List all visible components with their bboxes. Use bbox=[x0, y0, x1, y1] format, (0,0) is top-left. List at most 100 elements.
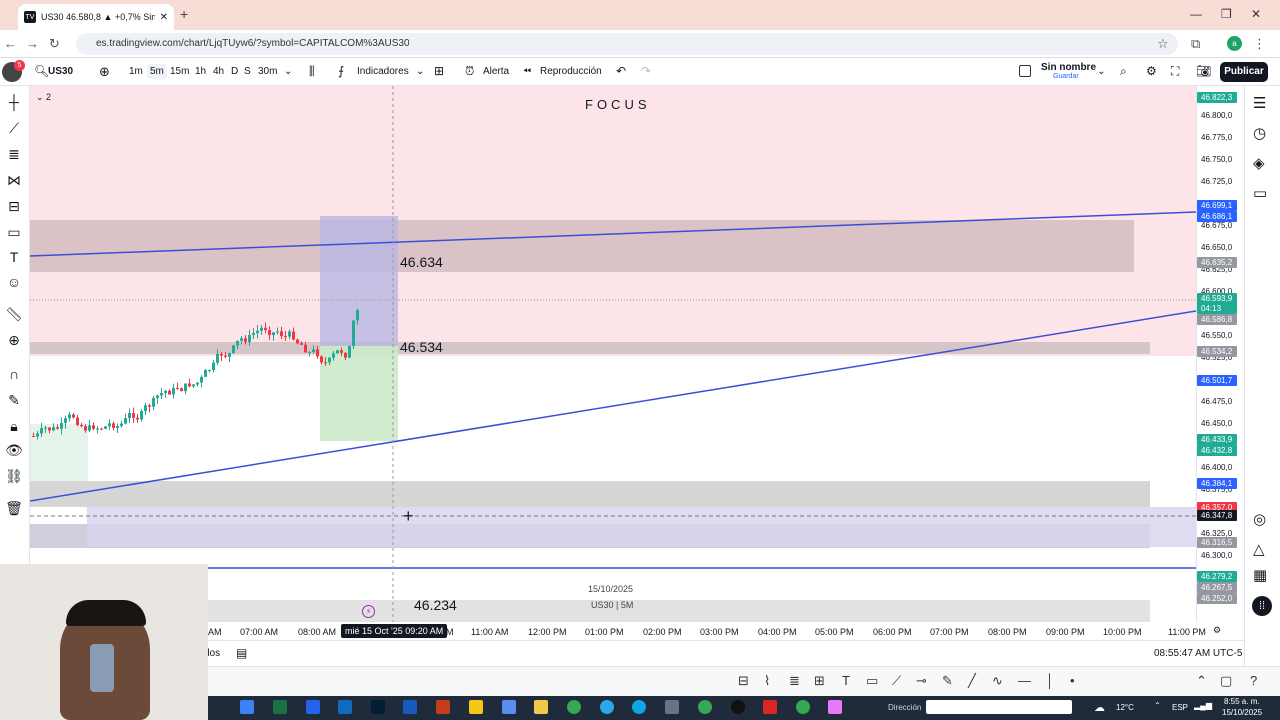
mail-icon[interactable] bbox=[502, 700, 516, 714]
price-tag[interactable]: 46.686,1 bbox=[1197, 211, 1237, 222]
tray-chevron-icon[interactable]: ⌃ bbox=[1154, 701, 1161, 710]
copilot-icon[interactable] bbox=[240, 700, 254, 714]
interval-4h[interactable]: 4h bbox=[213, 66, 224, 77]
maximize-panel-icon[interactable]: ▢ bbox=[1220, 673, 1232, 689]
rectangle-icon[interactable]: ▭ bbox=[4, 224, 24, 241]
fav-horizontal-icon[interactable]: — bbox=[1018, 673, 1031, 688]
fav-path-icon[interactable]: ⌇ bbox=[764, 673, 770, 689]
language-indicator[interactable]: ESP bbox=[1172, 703, 1188, 712]
word-icon[interactable] bbox=[403, 700, 417, 714]
help-round-icon[interactable]: ? bbox=[1250, 673, 1257, 688]
sticky-notes-icon[interactable] bbox=[469, 700, 483, 714]
interval-dropdown-icon[interactable]: ⌄ bbox=[284, 66, 292, 77]
bookmark-star-icon[interactable]: ☆ bbox=[1157, 36, 1169, 52]
interval-15m[interactable]: 15m bbox=[170, 66, 189, 77]
triangle-icon[interactable]: △ bbox=[1253, 540, 1265, 558]
interval-5m[interactable]: 5m bbox=[147, 64, 167, 79]
quick-search-icon[interactable]: ⌕ bbox=[1120, 64, 1127, 79]
fav-text-icon[interactable]: T bbox=[842, 673, 850, 688]
interval-1h[interactable]: 1h bbox=[195, 66, 206, 77]
extensions-icon[interactable]: ⧉ bbox=[1191, 36, 1200, 52]
publish-button[interactable]: Publicar bbox=[1220, 62, 1268, 82]
powerpoint-icon[interactable] bbox=[436, 700, 450, 714]
alert-clock-icon[interactable]: ⏰︎ bbox=[465, 64, 474, 79]
undo-icon[interactable]: ↶ bbox=[616, 64, 626, 78]
position-icon[interactable]: ⊟ bbox=[4, 198, 24, 215]
time-settings-gear-icon[interactable]: ⚙ bbox=[1213, 625, 1221, 636]
maximize-icon[interactable]: ❐ bbox=[1221, 7, 1232, 21]
fav-fib-icon[interactable]: ≣ bbox=[789, 673, 800, 689]
collapse-up-icon[interactable]: ⌃ bbox=[1196, 673, 1207, 689]
legend-toggle[interactable]: ⌄ 2 bbox=[36, 92, 51, 103]
price-tag[interactable]: 46.432,8 bbox=[1197, 445, 1237, 456]
app-icon-2[interactable] bbox=[731, 700, 745, 714]
new-tab-icon[interactable]: + bbox=[180, 6, 188, 22]
chart-type-icon[interactable]: ⫼ bbox=[309, 64, 315, 79]
weather-temp[interactable]: 12°C bbox=[1116, 703, 1134, 712]
price-tag[interactable]: 46.252,0 bbox=[1197, 593, 1237, 604]
layout-name[interactable]: Sin nombre bbox=[1041, 62, 1096, 73]
search-icon[interactable]: 🔍︎ bbox=[34, 64, 49, 78]
lock-icon[interactable]: 🔒︎ bbox=[4, 418, 24, 435]
fav-channel-icon[interactable]: ⊞ bbox=[814, 673, 825, 689]
chrome-icon[interactable] bbox=[567, 700, 581, 714]
reload-icon[interactable]: ↻ bbox=[49, 36, 60, 52]
telegram-icon[interactable] bbox=[600, 700, 614, 714]
trendline-icon[interactable]: ⟋ bbox=[4, 120, 24, 137]
layout-checkbox-icon[interactable] bbox=[1019, 65, 1031, 77]
fav-vertical-icon[interactable]: │ bbox=[1046, 673, 1054, 688]
watchlist-icon[interactable]: ☰ bbox=[1253, 94, 1266, 112]
photoshop-icon[interactable] bbox=[371, 700, 385, 714]
chat-icon[interactable]: ▭ bbox=[1253, 184, 1267, 202]
fav-line-icon[interactable]: ╱ bbox=[968, 673, 976, 689]
fav-dot-icon[interactable]: • bbox=[1070, 673, 1075, 688]
ruler-icon[interactable]: 📏︎ bbox=[4, 306, 24, 323]
symbol-name[interactable]: US30 bbox=[48, 66, 73, 77]
url-field[interactable]: es.tradingview.com/chart/LjqTUyw6/?symbo… bbox=[76, 33, 1178, 55]
data-window-icon[interactable]: ◈ bbox=[1253, 154, 1265, 172]
alert-button[interactable]: Alerta bbox=[483, 66, 509, 77]
zoom-in-icon[interactable]: ⊕ bbox=[4, 332, 24, 349]
clock-text[interactable]: 08:55:47 AM UTC-5 bbox=[1154, 648, 1242, 659]
eye-icon[interactable]: 👁︎ bbox=[4, 442, 24, 459]
interval-d[interactable]: D bbox=[231, 66, 238, 77]
price-tag[interactable]: 46.433,9 bbox=[1197, 434, 1237, 445]
indicators-button[interactable]: Indicadores bbox=[357, 66, 409, 77]
price-tag[interactable]: 46.586,8 bbox=[1197, 314, 1237, 325]
profile-avatar[interactable]: a bbox=[1227, 36, 1242, 51]
price-tag[interactable]: 46.822,3 bbox=[1197, 92, 1237, 103]
chrome-icon-active[interactable] bbox=[796, 700, 810, 714]
settings-gear-icon[interactable]: ⚙ bbox=[1146, 64, 1157, 78]
redo-icon[interactable]: ↷ bbox=[641, 64, 651, 78]
target-icon[interactable]: ◎ bbox=[1253, 510, 1266, 528]
price-tag[interactable]: 46.279,2 bbox=[1197, 571, 1237, 582]
fullscreen-icon[interactable]: ⛶ bbox=[1171, 64, 1179, 79]
chart-canvas[interactable]: + bbox=[30, 86, 1196, 622]
pattern-icon[interactable]: ⋈ bbox=[4, 172, 24, 189]
indicators-dropdown-icon[interactable]: ⌄ bbox=[416, 66, 424, 77]
excel-icon[interactable] bbox=[273, 700, 287, 714]
back-icon[interactable]: ← bbox=[4, 36, 17, 51]
apps-grid-icon[interactable]: ⁞⁞ bbox=[1252, 596, 1272, 616]
price-tag[interactable]: 04:13 bbox=[1197, 303, 1237, 314]
interval-s[interactable]: S bbox=[244, 66, 251, 77]
level-label-top[interactable]: 46.634 bbox=[400, 254, 443, 270]
app-icon-1[interactable] bbox=[665, 700, 679, 714]
indicators-icon[interactable]: ⨍ bbox=[338, 64, 344, 78]
outlook-icon[interactable] bbox=[338, 700, 352, 714]
price-tag[interactable]: 46.699,1 bbox=[1197, 200, 1237, 211]
network-icon[interactable]: ▂▄▆ bbox=[1194, 701, 1212, 710]
save-label[interactable]: Guardar bbox=[1053, 73, 1079, 80]
start-store-icon[interactable] bbox=[306, 700, 320, 714]
fib-icon[interactable]: ≣ bbox=[4, 146, 24, 163]
fav-brush-icon[interactable]: ✎ bbox=[942, 673, 953, 689]
price-tag[interactable]: 46.316,5 bbox=[1197, 537, 1237, 548]
price-tag[interactable]: 46.267,5 bbox=[1197, 582, 1237, 593]
level-label-bottom[interactable]: 46.234 bbox=[414, 597, 457, 613]
taskbar-date[interactable]: 15/10/2025 bbox=[1222, 708, 1262, 717]
close-tab-icon[interactable]: ✕ bbox=[160, 12, 168, 23]
minimize-icon[interactable]: — bbox=[1190, 7, 1202, 21]
emoji-icon[interactable]: ☺ bbox=[4, 274, 24, 290]
app-icon-3[interactable] bbox=[763, 700, 777, 714]
price-tag[interactable]: 46.534,2 bbox=[1197, 346, 1237, 357]
